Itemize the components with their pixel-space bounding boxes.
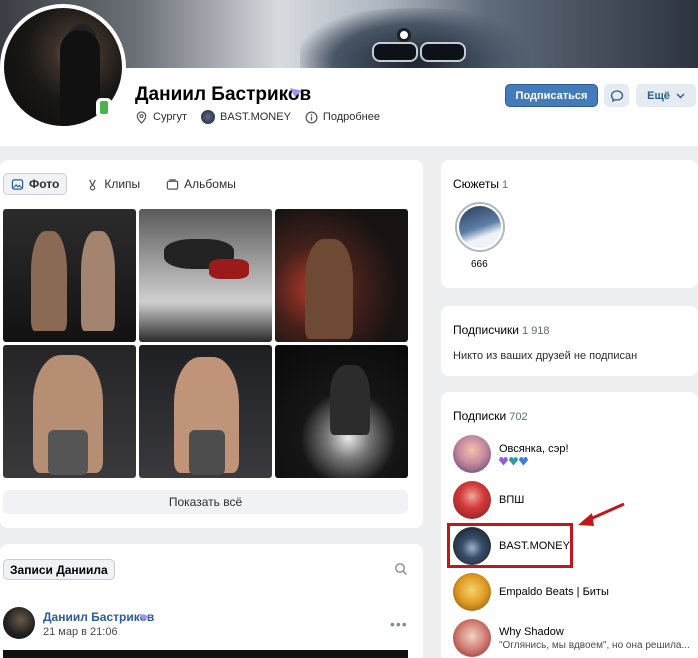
photo-thumbnail[interactable]	[139, 345, 272, 478]
stories-title[interactable]: Сюжеты 1	[453, 177, 508, 191]
story-label: 666	[471, 259, 488, 270]
tab-albums-label: Альбомы	[184, 177, 236, 191]
post-author-name[interactable]: Даниил Бастриков	[43, 610, 154, 624]
tab-clips-label: Клипы	[104, 177, 141, 191]
profile-city[interactable]: Сургут	[135, 110, 187, 124]
highlight-box	[447, 523, 573, 568]
subscription-item[interactable]: Овсянка, сэр!	[453, 434, 693, 474]
subscription-avatar	[453, 435, 491, 473]
subscription-name: Empaldo Beats | Биты	[499, 586, 609, 598]
photos-card: Фото Клипы Альбомы Показать всё	[0, 160, 423, 528]
followers-count: 1 918	[522, 325, 550, 337]
photo-grid	[3, 209, 408, 478]
photo-thumbnail[interactable]	[139, 209, 272, 342]
subscription-item[interactable]: ВПШ	[453, 480, 693, 520]
profile-name: Даниил Бастриков	[135, 84, 312, 105]
subscription-name: Why Shadow	[499, 625, 564, 638]
subscription-item[interactable]: Empaldo Beats | Биты	[453, 572, 693, 612]
cover-grille-right	[420, 42, 466, 62]
info-icon	[305, 111, 318, 123]
message-icon	[610, 89, 623, 102]
stories-count: 1	[501, 179, 509, 191]
profile-details-link[interactable]: Подробнее	[305, 111, 380, 124]
story-item[interactable]	[455, 202, 505, 252]
tab-photos-label: Фото	[29, 177, 60, 191]
subscription-avatar	[453, 619, 491, 657]
photo-thumbnail[interactable]	[3, 209, 136, 342]
tab-albums[interactable]: Альбомы	[159, 173, 243, 195]
profile-meta: Сургут BAST.MONEY Подробнее	[135, 110, 380, 124]
post-image[interactable]	[3, 650, 408, 658]
wall-tab[interactable]: Записи Даниила	[3, 559, 115, 580]
more-label: Ещё	[647, 89, 670, 102]
image-icon	[11, 178, 24, 190]
message-button[interactable]	[604, 84, 629, 107]
cover-car-logo	[397, 28, 411, 42]
subscribe-button[interactable]: Подписаться	[505, 84, 598, 107]
profile-community[interactable]: BAST.MONEY	[201, 110, 291, 124]
photo-thumbnail[interactable]	[275, 345, 408, 478]
photo-thumbnail[interactable]	[3, 345, 136, 478]
post-author-avatar[interactable]	[3, 607, 35, 639]
followers-card: Подписчики 1 918 Никто из ваших друзей не…	[441, 306, 698, 376]
photo-tabs: Фото Клипы Альбомы	[3, 173, 243, 195]
post-date[interactable]: 21 мар в 21:06	[43, 626, 118, 638]
community-avatar	[201, 110, 215, 124]
album-icon	[166, 178, 179, 190]
details-label: Подробнее	[322, 111, 380, 123]
cover-grille-left	[372, 42, 418, 62]
community-label: BAST.MONEY	[220, 111, 291, 123]
subscription-status: "Оглянись, мы вдвоем", но она решила...	[499, 639, 690, 651]
clip-icon	[89, 179, 97, 190]
avatar-person	[60, 30, 100, 126]
location-pin-icon	[136, 110, 147, 124]
photo-thumbnail[interactable]	[275, 209, 408, 342]
wall-card: Записи Даниила Даниил Бастриков 21 мар в…	[0, 544, 423, 658]
subscription-name: ВПШ	[499, 494, 525, 506]
story-thumbnail	[459, 206, 501, 248]
subscription-avatar	[453, 481, 491, 519]
stories-card: Сюжеты 1 666	[441, 160, 698, 288]
city-label: Сургут	[153, 111, 187, 123]
subscription-item[interactable]: Why Shadow "Оглянись, мы вдвоем", но она…	[453, 618, 693, 658]
show-all-photos-button[interactable]: Показать всё	[3, 490, 408, 514]
tab-photos[interactable]: Фото	[3, 173, 68, 195]
more-button[interactable]: Ещё	[636, 84, 696, 107]
post-menu-icon[interactable]: •••	[390, 616, 408, 632]
subscriptions-count: 702	[509, 411, 528, 423]
followers-note: Никто из ваших друзей не подписан	[453, 350, 638, 362]
subscriptions-title[interactable]: Подписки 702	[453, 409, 528, 423]
online-mobile-icon	[96, 98, 112, 118]
subscription-name: Овсянка, сэр!	[499, 442, 569, 455]
followers-title[interactable]: Подписчики 1 918	[453, 323, 550, 337]
chevron-down-icon	[676, 92, 685, 99]
subscription-avatar	[453, 573, 491, 611]
arrow-annotation-icon	[578, 502, 625, 526]
tab-clips[interactable]: Клипы	[79, 173, 147, 195]
hearts-emoji-icon	[499, 456, 569, 466]
search-icon[interactable]	[394, 562, 408, 576]
